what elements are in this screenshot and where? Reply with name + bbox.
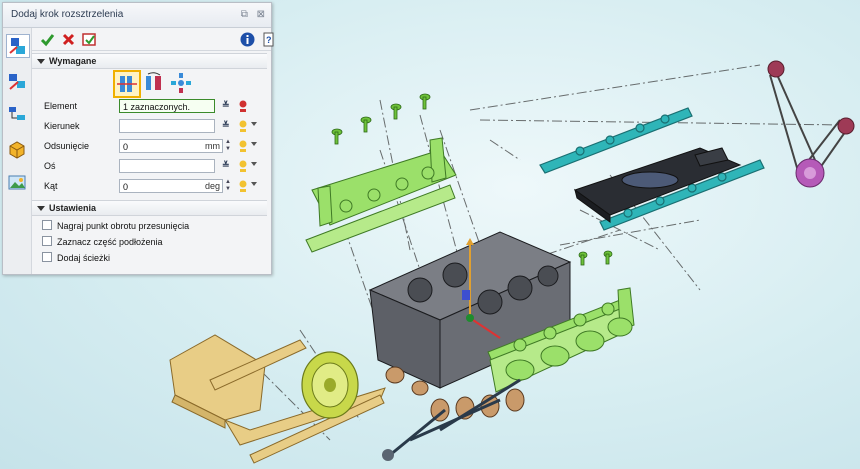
translate-mode-icon[interactable] [113, 70, 141, 98]
panel-titlebar: Dodaj krok rozsztrzelenia ⧉ ⊠ [3, 3, 271, 28]
direction-field[interactable] [119, 119, 215, 133]
pick-icon[interactable] [237, 139, 249, 153]
pin-icon[interactable]: ⧉ [241, 9, 248, 20]
option-record-pivot[interactable]: Nagraj punkt obrotu przesunięcia [42, 220, 189, 233]
chevron-double-down-icon[interactable]: ≚ [222, 160, 230, 171]
check-icon[interactable] [38, 30, 57, 49]
chevron-double-down-icon[interactable]: ≚ [222, 120, 230, 131]
offset-label: Odsunięcie [44, 141, 90, 151]
direction-label: Kierunek [44, 121, 80, 131]
direction-row: Kierunek ≚ [32, 119, 271, 135]
section-settings[interactable]: Ustawienia [32, 200, 267, 216]
axis-row: Oś ≚ [32, 159, 271, 175]
explode-view-icon[interactable] [6, 70, 28, 92]
explode-step-panel: Dodaj krok rozsztrzelenia ⧉ ⊠ ? Wymagane… [2, 2, 274, 275]
checkbox[interactable] [42, 220, 52, 230]
element-label: Element [44, 101, 78, 111]
option-add-paths[interactable]: Dodaj ścieżki [42, 252, 110, 265]
cube-icon[interactable] [6, 138, 28, 160]
option-label: Zaznacz część podłożenia [57, 237, 163, 247]
element-field[interactable]: 1 zaznaczonych. [119, 99, 215, 113]
rotate-mode-icon[interactable] [141, 70, 167, 96]
explode-step-icon[interactable] [6, 34, 30, 58]
pick-icon[interactable] [237, 119, 249, 133]
section-required-label: Wymagane [49, 56, 97, 66]
dropdown-arrow-icon[interactable] [251, 142, 257, 146]
apply-icon[interactable] [80, 30, 99, 49]
pick-icon[interactable] [237, 159, 249, 173]
x-icon[interactable] [59, 30, 78, 49]
image-icon[interactable] [6, 172, 28, 194]
option-select-base-part[interactable]: Zaznacz część podłożenia [42, 236, 163, 249]
option-label: Dodaj ścieżki [57, 253, 111, 263]
svg-text:?: ? [266, 35, 272, 45]
offset-unit: mm [205, 141, 220, 151]
checkbox[interactable] [42, 252, 52, 262]
close-icon[interactable]: ⊠ [257, 9, 265, 20]
action-toolbar: ? [32, 28, 274, 51]
spinner-icon[interactable]: ▲ ▼ [224, 139, 232, 153]
help-icon[interactable]: ? [259, 30, 278, 49]
tree-icon[interactable] [6, 104, 28, 126]
radial-mode-icon[interactable] [168, 70, 194, 96]
section-required[interactable]: Wymagane [32, 53, 267, 69]
axis-label: Oś [44, 161, 56, 171]
side-toolbar [3, 28, 32, 274]
panel-title: Dodaj krok rozsztrzelenia [11, 9, 124, 20]
axis-field[interactable] [119, 159, 215, 173]
option-label: Nagraj punkt obrotu przesunięcia [57, 221, 190, 231]
angle-unit: deg [205, 181, 221, 191]
dropdown-arrow-icon[interactable] [251, 122, 257, 126]
chevron-double-down-icon[interactable]: ≚ [222, 100, 230, 111]
angle-row: Kąt 0 deg ▲ ▼ [32, 179, 271, 195]
spinner-icon[interactable]: ▲ ▼ [224, 179, 232, 193]
info-icon[interactable] [238, 30, 257, 49]
dropdown-arrow-icon[interactable] [251, 162, 257, 166]
offset-row: Odsunięcie 0 mm ▲ ▼ [32, 139, 271, 155]
angle-label: Kąt [44, 181, 58, 191]
pick-icon[interactable] [237, 99, 249, 113]
pick-icon[interactable] [237, 179, 249, 193]
section-settings-label: Ustawienia [49, 203, 97, 213]
element-row: Element 1 zaznaczonych. ≚ [32, 99, 271, 115]
checkbox[interactable] [42, 236, 52, 246]
dropdown-arrow-icon[interactable] [251, 182, 257, 186]
